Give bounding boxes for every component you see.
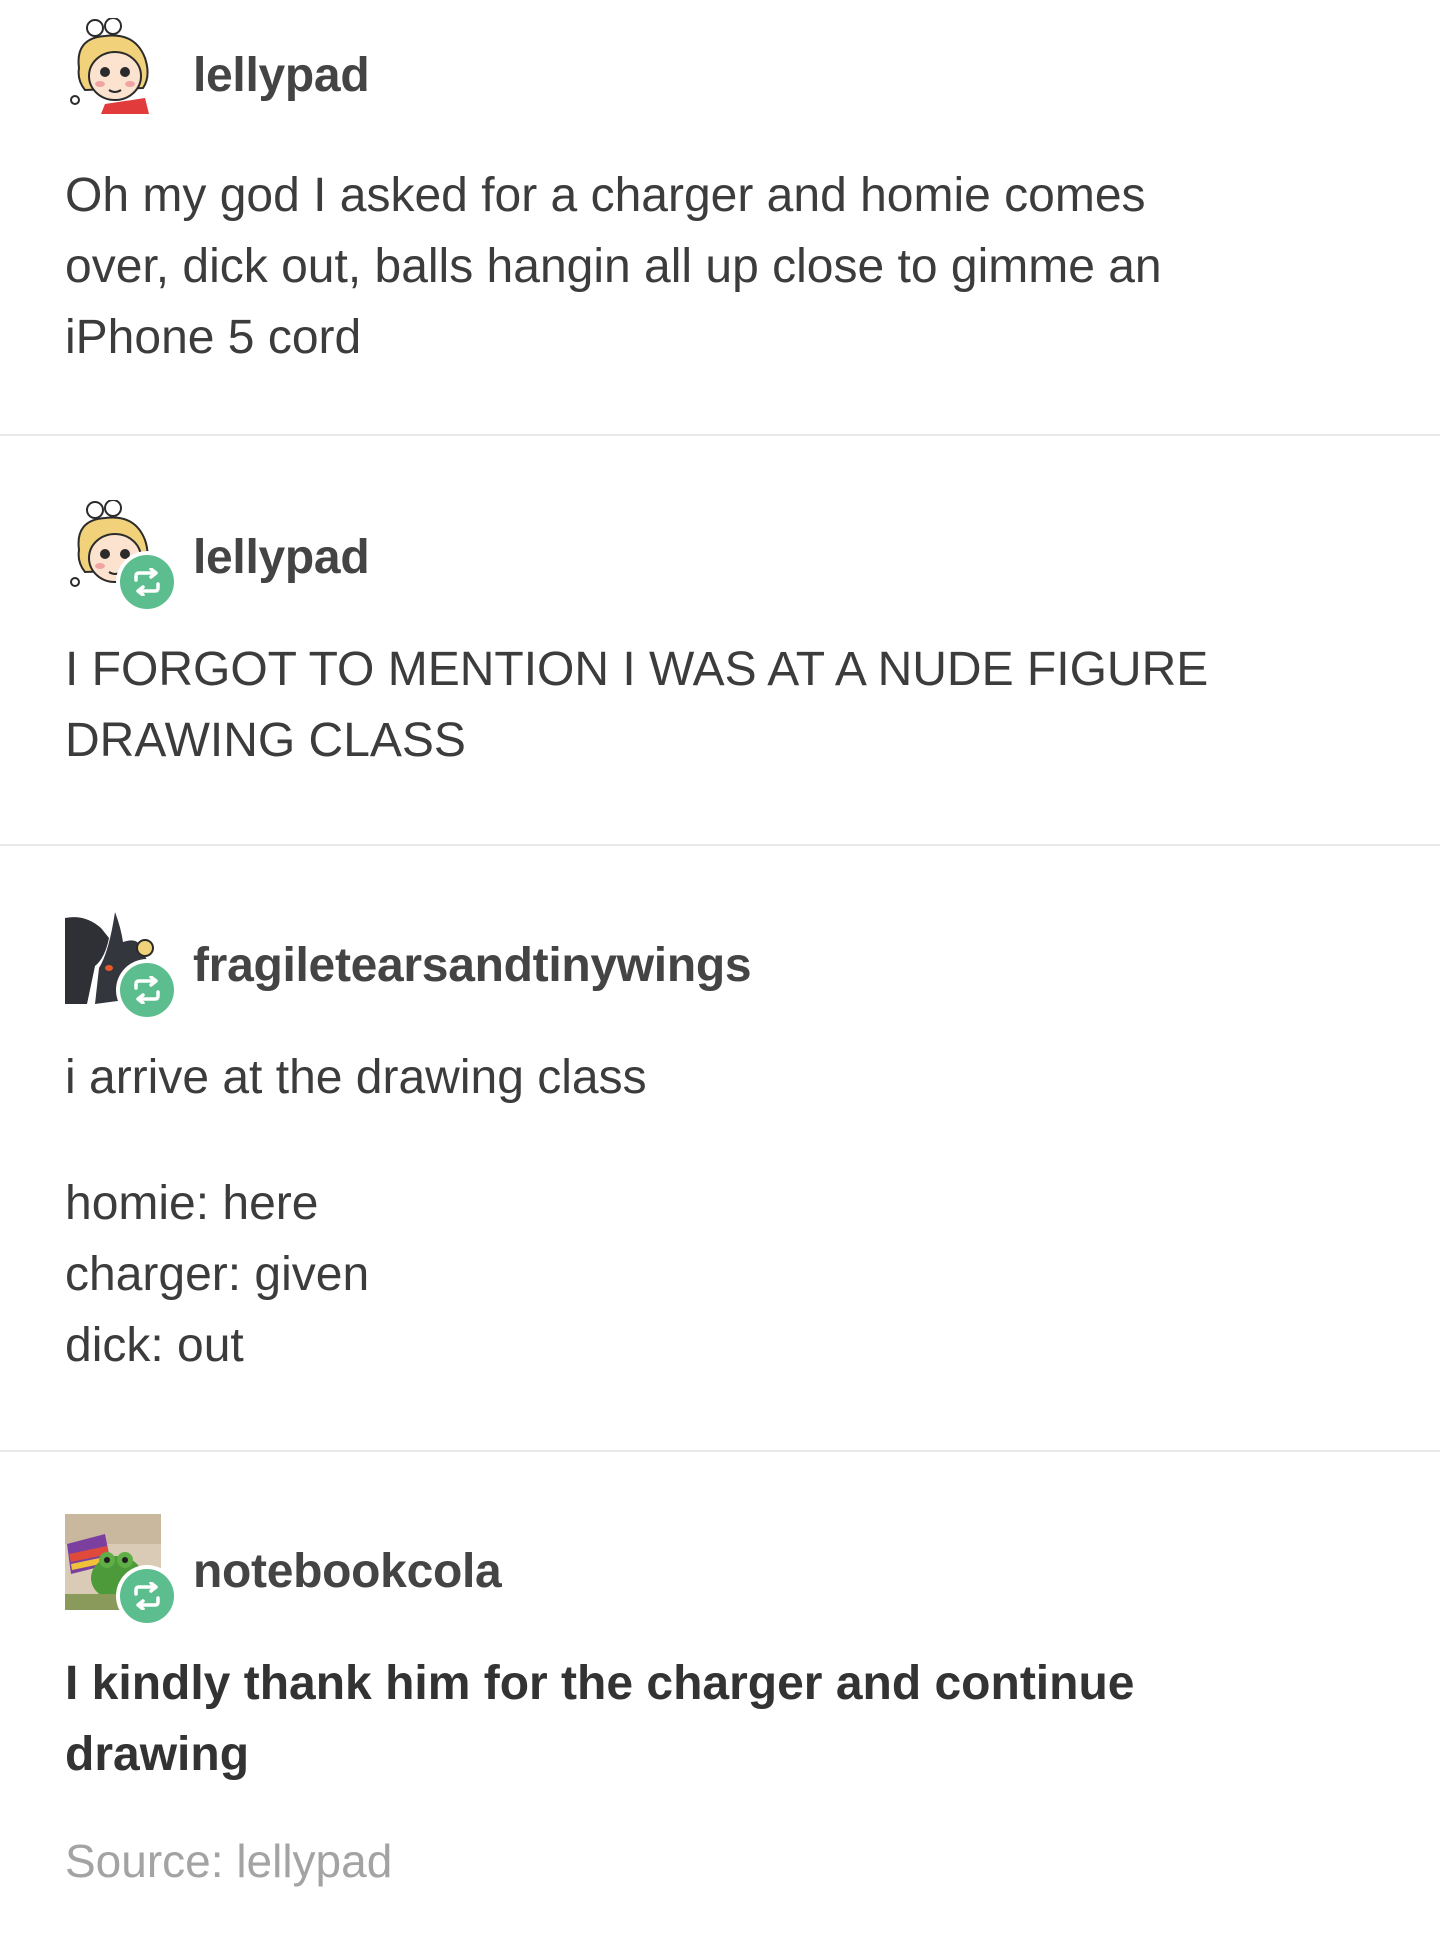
reblog-icon	[116, 551, 178, 613]
post-text-line: dick: out	[65, 1319, 244, 1372]
reblog-icon	[116, 1565, 178, 1627]
post-text-line: over, dick out, balls hangin all up clos…	[65, 240, 1162, 293]
post-username[interactable]: lellypad	[193, 530, 370, 585]
source-name[interactable]: lellypad	[236, 1835, 392, 1887]
post-username[interactable]: lellypad	[193, 48, 370, 103]
post-text-line: I kindly thank him for the charger and c…	[65, 1657, 1135, 1710]
post-text-line: I FORGOT TO MENTION I WAS AT A NUDE FIGU…	[65, 643, 1209, 696]
post-3: fragiletearsandtinywings i arrive at the…	[0, 846, 1440, 1450]
post-username[interactable]: notebookcola	[193, 1544, 502, 1599]
source-label: Source:	[65, 1835, 224, 1887]
post-body: I FORGOT TO MENTION I WAS AT A NUDE FIGU…	[65, 634, 1385, 776]
post-text-line: homie: here	[65, 1177, 319, 1230]
post-1: lellypad Oh my god I asked for a charger…	[0, 0, 1440, 434]
post-body: Oh my god I asked for a charger and homi…	[65, 160, 1385, 373]
post-text-line: Oh my god I asked for a charger and homi…	[65, 169, 1146, 222]
cartoon-face-avatar-icon[interactable]	[65, 18, 161, 114]
post-username[interactable]: fragiletearsandtinywings	[193, 938, 752, 993]
post-body: I kindly thank him for the charger and c…	[65, 1648, 1385, 1790]
post-body: i arrive at the drawing class homie: her…	[65, 1042, 1385, 1381]
reblog-icon	[116, 959, 178, 1021]
post-text-line: iPhone 5 cord	[65, 311, 362, 364]
post-4: notebookcola I kindly thank him for the …	[0, 1452, 1440, 1941]
post-2: lellypad I FORGOT TO MENTION I WAS AT A …	[0, 436, 1440, 844]
post-text-line: DRAWING CLASS	[65, 714, 466, 767]
post-text-line: charger: given	[65, 1248, 370, 1301]
post-text-line: i arrive at the drawing class	[65, 1051, 647, 1104]
post-text-line: drawing	[65, 1728, 250, 1781]
source-line[interactable]: Source: lellypad	[65, 1834, 392, 1888]
